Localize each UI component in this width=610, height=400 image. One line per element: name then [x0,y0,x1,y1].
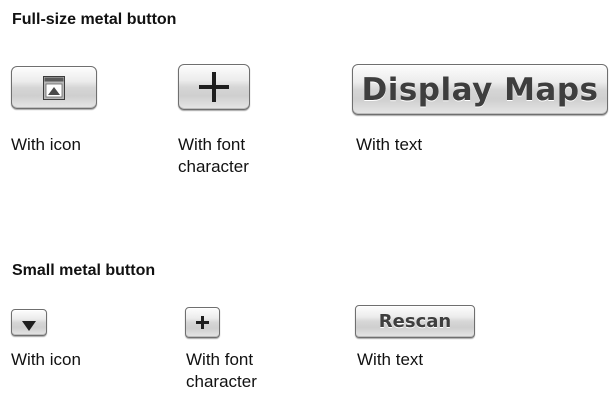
full-size-section-title: Full-size metal button [12,11,177,28]
display-maps-button[interactable]: Display Maps [352,64,608,115]
rescan-button[interactable]: Rescan [355,305,475,338]
small-icon-button[interactable] [11,309,47,336]
window-tray-icon [43,75,65,100]
plus-icon [199,72,229,102]
small-text-caption: With text [357,350,424,369]
full-icon-button[interactable] [11,66,97,109]
triangle-down-icon [22,318,36,331]
small-icon-caption: With icon [11,350,81,369]
full-font-button[interactable] [178,64,250,110]
plus-icon [196,316,209,329]
full-icon-caption: With icon [11,135,81,154]
full-text-caption: With text [356,135,423,154]
small-section-title: Small metal button [12,262,156,279]
small-font-caption: With font character [186,350,257,391]
display-maps-label: Display Maps [361,71,599,108]
rescan-label: Rescan [378,311,452,332]
small-font-button[interactable] [185,307,220,338]
full-font-caption: With font character [178,135,249,176]
